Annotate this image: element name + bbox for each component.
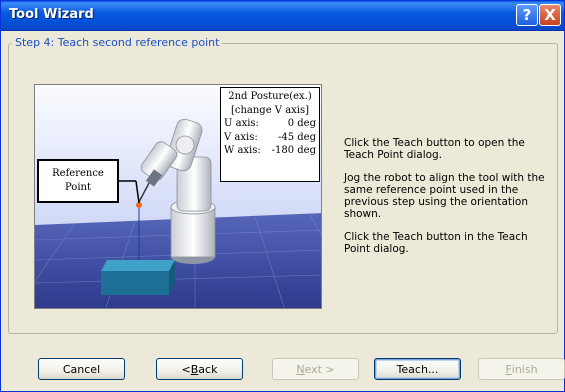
posture-subtitle: [change V axis] (230, 104, 310, 116)
reference-line-2: Point (64, 182, 91, 193)
instruction-3: Click the Teach button in the Teach Poin… (344, 231, 528, 255)
back-label-prefix: < (181, 362, 191, 376)
instruction-2: Jog the robot to align the tool with the… (344, 172, 545, 220)
u-axis-value: 0 deg (287, 118, 316, 129)
teach-label: Teach... (396, 362, 439, 376)
reference-point-marker (136, 202, 142, 208)
window-title: Tool Wizard (9, 7, 94, 22)
reference-platform (101, 260, 175, 295)
finish-label-rest: inish (511, 362, 538, 376)
close-button[interactable]: X (539, 4, 561, 26)
title-bar[interactable]: Tool Wizard ? X (1, 1, 564, 31)
back-label-rest: ack (198, 362, 218, 376)
tool-wizard-window: Tool Wizard ? X Step 4: Teach second ref… (0, 0, 565, 392)
posture-illustration: 2nd Posture(ex.) [change V axis] U axis:… (34, 84, 322, 309)
step-label: Step 4: Teach second reference point (12, 36, 223, 49)
cancel-label: Cancel (62, 362, 101, 376)
v-axis-row: V axis: -45 deg (224, 131, 316, 145)
u-axis-row: U axis: 0 deg (224, 117, 316, 131)
reference-line-1: Reference (52, 168, 104, 179)
close-icon: X (544, 6, 556, 24)
help-button[interactable]: ? (516, 4, 538, 26)
w-axis-row: W axis: -180 deg (224, 144, 316, 158)
reference-point-label: Reference Point (37, 159, 119, 203)
back-button[interactable]: < Back (156, 358, 243, 380)
u-axis-label: U axis: (224, 118, 259, 129)
back-label-mnemonic: B (190, 362, 199, 376)
next-label-rest: ext > (304, 362, 335, 376)
posture-info-box: 2nd Posture(ex.) [change V axis] U axis:… (220, 87, 320, 182)
help-icon: ? (522, 6, 532, 24)
next-label-mnemonic: N (296, 362, 305, 376)
w-axis-label: W axis: (224, 145, 261, 156)
w-axis-value: -180 deg (271, 145, 316, 156)
next-button[interactable]: Next > (272, 358, 359, 380)
v-axis-value: -45 deg (277, 131, 316, 143)
v-axis-label: V axis: (224, 131, 258, 143)
cancel-button[interactable]: Cancel (38, 358, 125, 380)
teach-button[interactable]: Teach... (374, 358, 461, 380)
instructions: Click the Teach button to open the Teach… (344, 137, 549, 266)
posture-title: 2nd Posture(ex.) (228, 91, 312, 102)
finish-button[interactable]: Finish (478, 358, 565, 380)
instruction-1: Click the Teach button to open the Teach… (344, 137, 525, 161)
